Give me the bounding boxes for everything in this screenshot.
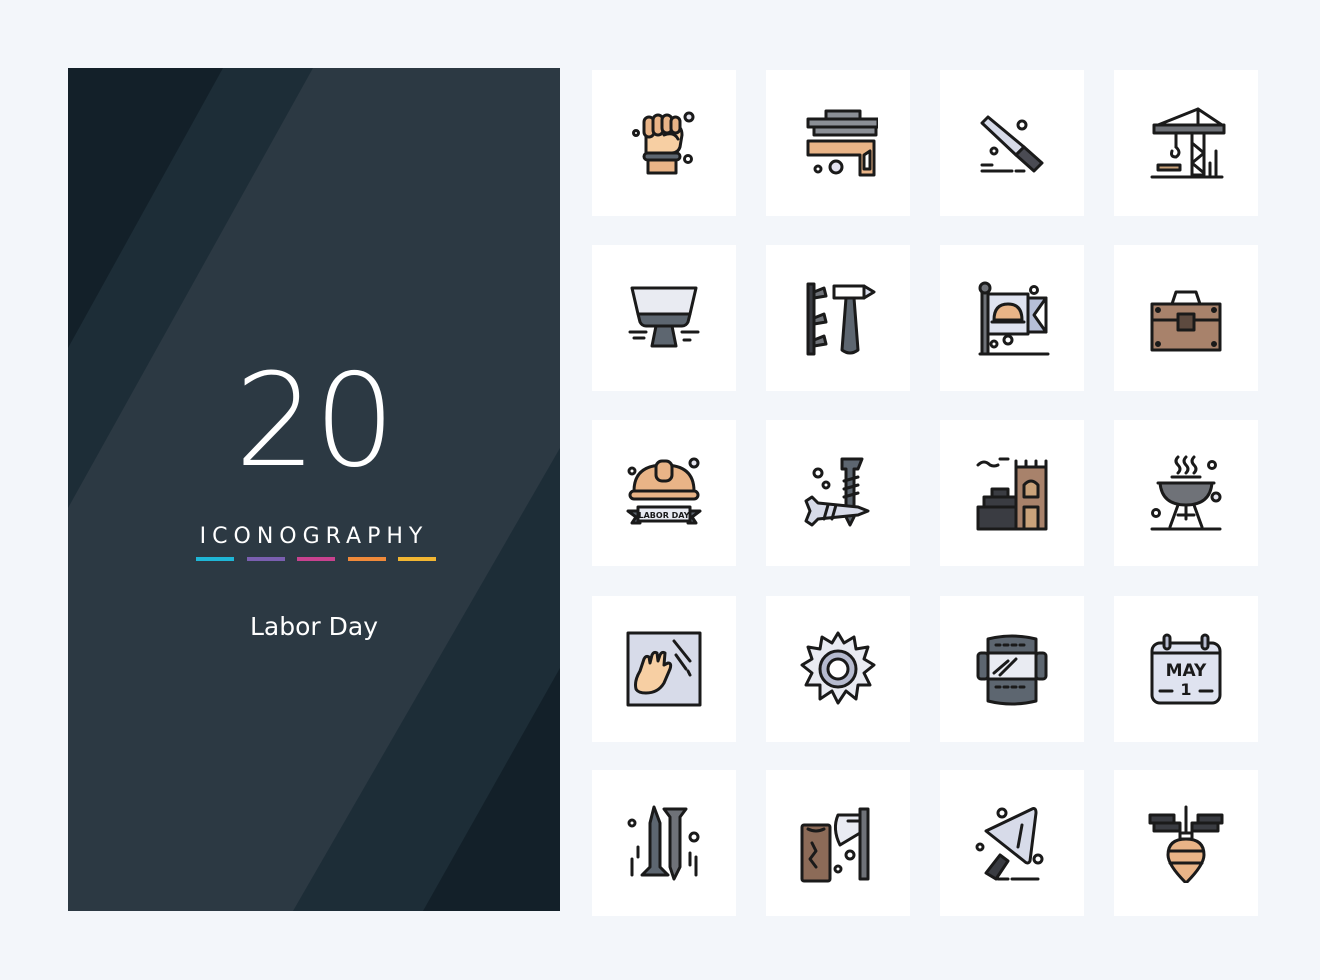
icon-tile-axe-and-log[interactable] — [766, 770, 910, 916]
hand-saw-icon — [980, 115, 1044, 173]
icon-tile-plumb-bob[interactable] — [1114, 770, 1258, 916]
icon-tile-circular-saw-blade[interactable] — [766, 596, 910, 742]
putty-knife-icon — [628, 286, 700, 348]
raised-fist-icon — [632, 111, 695, 175]
icon-tile-hard-hat-labor-day[interactable]: LABOR DAY — [592, 420, 736, 566]
barbecue-grill-icon — [1150, 455, 1222, 531]
calendar-day-text: 1 — [1180, 680, 1191, 699]
pack-title: Labor Day — [249, 612, 378, 641]
icon-tile-putty-knife[interactable] — [592, 245, 736, 391]
hammer-and-nails-icon — [806, 282, 876, 356]
brick-wall-tower-icon — [976, 457, 1048, 531]
calendar-may-1-icon: MAY 1 — [1150, 633, 1222, 705]
bricks-and-square-ruler-icon — [806, 109, 878, 177]
icon-tile-hammer-and-nails[interactable] — [766, 245, 910, 391]
hard-hat-flag-icon — [978, 281, 1050, 356]
icon-tile-screws[interactable] — [766, 420, 910, 566]
iconography-label: ICONOGRAPHY — [199, 524, 429, 549]
icon-tile-hard-hat-flag[interactable] — [940, 245, 1084, 391]
nails-icon — [627, 805, 700, 881]
construction-crane-icon — [1150, 107, 1226, 179]
screws-icon — [804, 457, 870, 527]
hand-on-glass-icon — [626, 631, 702, 707]
icon-tile-barbecue-grill[interactable] — [1114, 420, 1258, 566]
toolbox-icon — [1150, 290, 1222, 352]
icon-tile-raised-fist[interactable] — [592, 70, 736, 216]
icon-tile-welding-mask[interactable] — [940, 596, 1084, 742]
calendar-month-text: MAY — [1166, 661, 1207, 681]
icon-tile-construction-crane[interactable] — [1114, 70, 1258, 216]
accent-bar-cyan — [196, 557, 234, 561]
circular-saw-blade-icon — [800, 631, 876, 705]
icon-tile-toolbox[interactable] — [1114, 245, 1258, 391]
icon-tile-bricks-and-square-ruler[interactable] — [766, 70, 910, 216]
icon-tile-trowel[interactable] — [940, 770, 1084, 916]
trowel-icon — [975, 807, 1044, 881]
welding-mask-icon — [976, 634, 1048, 706]
axe-and-log-icon — [800, 807, 870, 883]
accent-bar-yellow — [398, 557, 436, 561]
hard-hat-labor-day-icon: LABOR DAY — [626, 457, 702, 525]
plumb-bob-icon — [1148, 805, 1224, 883]
hard-hat-label-text: LABOR DAY — [639, 511, 690, 520]
icon-tile-hand-on-glass[interactable] — [592, 596, 736, 742]
accent-bar-purple — [246, 557, 285, 561]
icon-tile-nails[interactable] — [592, 770, 736, 916]
icon-tile-calendar-may-1[interactable]: MAY 1 — [1114, 596, 1258, 742]
accent-bar-magenta — [297, 557, 335, 561]
accent-color-bars — [196, 557, 436, 562]
icon-tile-hand-saw[interactable] — [940, 70, 1084, 216]
accent-bar-orange — [347, 557, 386, 561]
icon-tile-brick-wall-tower[interactable] — [940, 420, 1084, 566]
cover-panel: 20 ICONOGRAPHY Labor Day — [68, 68, 560, 911]
icon-count: 20 — [234, 347, 396, 496]
